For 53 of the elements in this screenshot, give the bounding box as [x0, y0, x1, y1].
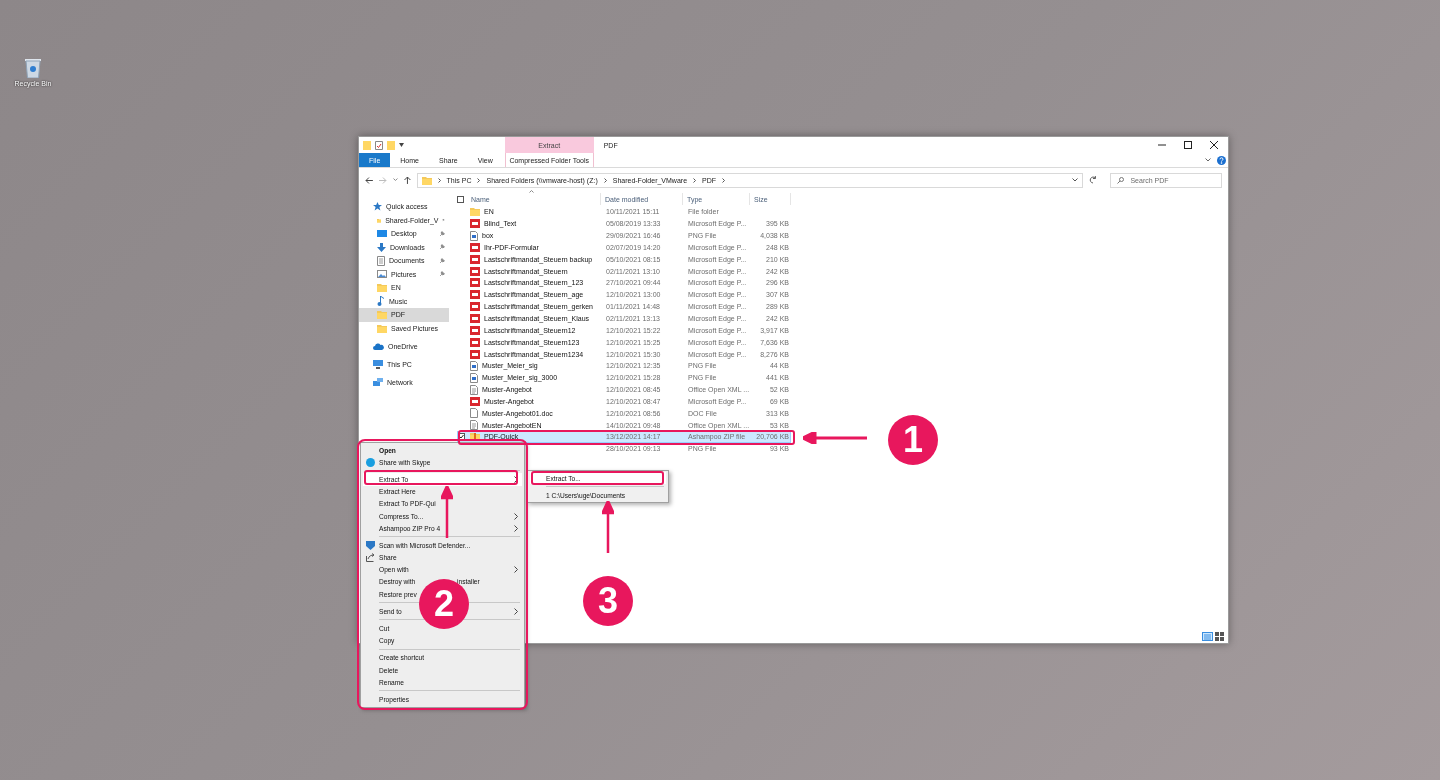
breadcrumb-chevron-icon: [603, 177, 607, 183]
folder-icon: [363, 140, 371, 150]
star-icon: [373, 202, 382, 212]
computer-icon: [373, 359, 383, 369]
cloud-icon: [373, 342, 384, 350]
details-view-icon: [1202, 631, 1213, 641]
folder-icon: [377, 310, 387, 320]
skype-icon: [366, 457, 375, 467]
documents-icon: [377, 255, 385, 266]
folder-icon: [377, 283, 387, 293]
maximize-icon: [1184, 141, 1192, 149]
breadcrumb-chevron-icon: [693, 177, 697, 183]
close-icon: [1210, 141, 1218, 149]
network-icon: [373, 377, 383, 387]
folder-icon: [421, 175, 432, 185]
minimize-icon: [1158, 141, 1166, 149]
chevron-down-icon: [1205, 158, 1211, 162]
dropdown-caret-icon: [399, 143, 404, 147]
pointer-arrow: [803, 432, 867, 444]
search-icon: [1117, 176, 1125, 184]
page-icon: [470, 408, 478, 419]
zip-folder-icon: [470, 432, 480, 442]
pointer-arrow: [441, 486, 453, 538]
forward-arrow-icon: [378, 176, 387, 184]
back-arrow-icon: [365, 176, 373, 184]
breadcrumb-chevron-icon: [722, 177, 726, 183]
pdf-file-icon: [470, 396, 480, 406]
recycle-bin-icon: [23, 56, 43, 78]
breadcrumb-chevron-icon: [437, 177, 441, 183]
share-icon: [366, 553, 375, 562]
properties-icon: [375, 140, 383, 150]
up-arrow-icon: [403, 176, 411, 184]
download-arrow-icon: [377, 242, 386, 252]
pdf-file-icon: [470, 219, 480, 229]
document-icon: [470, 420, 478, 431]
pictures-icon: [377, 270, 387, 279]
dropdown-caret-icon: [1071, 178, 1078, 182]
help-icon: [1217, 155, 1226, 165]
document-icon: [470, 384, 478, 395]
pointer-arrow: [602, 501, 614, 553]
recent-caret-icon: [392, 178, 398, 182]
thumbnails-view-icon: [1215, 631, 1224, 641]
breadcrumb-chevron-icon: [477, 177, 481, 183]
sort-caret-icon: [529, 190, 534, 193]
refresh-icon: [1088, 176, 1097, 184]
image-file-icon: [470, 230, 478, 241]
music-note-icon: [377, 296, 385, 307]
folder-icon: [377, 323, 387, 333]
checkbox: [458, 433, 465, 441]
desktop-icon: [377, 229, 387, 238]
folder-icon: [470, 207, 480, 217]
shield-icon: [366, 540, 375, 550]
new-folder-icon: [387, 140, 395, 150]
